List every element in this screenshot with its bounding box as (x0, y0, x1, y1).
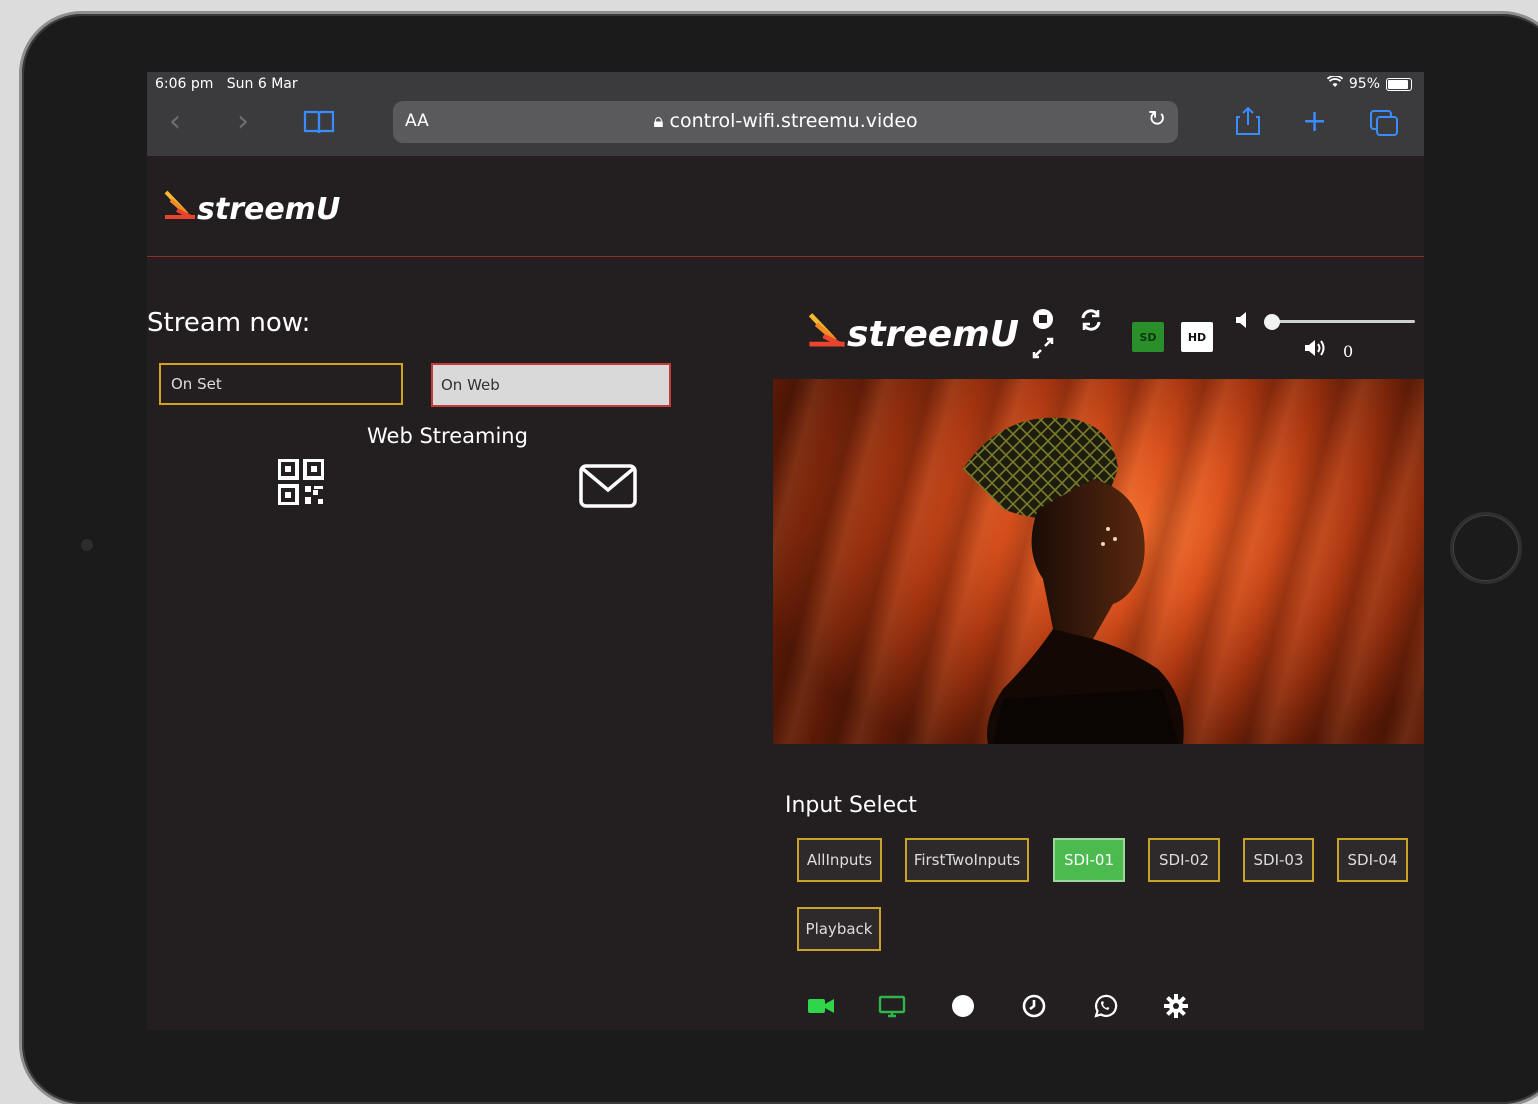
address-bar[interactable]: AA 🔒︎ control-wifi.streemu.video ↻ (393, 101, 1178, 143)
whatsapp-icon[interactable] (1091, 992, 1119, 1020)
video-subject-silhouette (963, 417, 1184, 744)
stop-icon[interactable] (1032, 308, 1054, 336)
status-bar: 6:06 pm Sun 6 Mar 95% (147, 72, 1424, 96)
input-playback-button[interactable]: Playback (797, 907, 881, 951)
url-text: 🔒︎ control-wifi.streemu.video (653, 110, 918, 132)
reload-icon[interactable]: ↻ (1148, 107, 1166, 132)
gear-icon[interactable] (1162, 992, 1190, 1020)
video-camera-icon[interactable] (807, 992, 835, 1020)
share-icon[interactable] (1235, 106, 1261, 147)
input-allinputs-button[interactable]: AllInputs (797, 838, 882, 882)
site-header: streemU (147, 156, 1424, 257)
volume-slider-track[interactable] (1271, 320, 1415, 323)
input-firsttwoinputs-button[interactable]: FirstTwoInputs (905, 838, 1029, 882)
monitor-icon[interactable] (878, 992, 906, 1020)
input-sdi-02-button[interactable]: SDI-02 (1148, 838, 1220, 882)
volume-value: 0 (1343, 342, 1354, 361)
mute-speaker-icon[interactable] (1235, 310, 1251, 335)
input-sdi-01-button[interactable]: SDI-01 (1053, 838, 1125, 882)
video-preview[interactable] (773, 379, 1424, 744)
mail-icon[interactable] (579, 464, 637, 508)
input-select-title: Input Select (785, 793, 917, 818)
home-button[interactable] (1450, 512, 1522, 584)
brand-wordmark: streemU (197, 191, 341, 227)
battery-icon (1386, 77, 1412, 91)
browser-chrome: 6:06 pm Sun 6 Mar 95% ‹ › AA 🔒︎ control-… (147, 72, 1424, 156)
player-brand-logo: streemU (807, 312, 1019, 357)
volume-up-icon[interactable] (1304, 338, 1328, 364)
bookmarks-icon[interactable] (303, 106, 335, 146)
stream-now-title: Stream now: (147, 308, 311, 338)
forward-chevron-icon[interactable]: › (237, 102, 249, 142)
front-camera (81, 539, 93, 551)
clock-icon[interactable] (1020, 992, 1048, 1020)
streemu-logo-icon (163, 190, 197, 228)
record-dot-icon[interactable] (949, 992, 977, 1020)
web-streaming-label: Web Streaming (367, 424, 528, 448)
refresh-icon[interactable] (1079, 308, 1103, 338)
fullscreen-icon[interactable] (1032, 337, 1054, 365)
status-time: 6:06 pm Sun 6 Mar (155, 76, 298, 92)
battery-percent: 95% (1348, 76, 1380, 92)
back-chevron-icon[interactable]: ‹ (169, 102, 181, 142)
brand-logo[interactable]: streemU (163, 190, 340, 228)
qr-code-icon[interactable] (277, 458, 325, 506)
volume-slider-knob[interactable] (1264, 314, 1280, 330)
player-brand-wordmark: streemU (847, 314, 1019, 355)
tablet-screen: 6:06 pm Sun 6 Mar 95% ‹ › AA 🔒︎ control-… (147, 72, 1424, 1030)
status-right: 95% (1326, 74, 1412, 92)
input-sdi-03-button[interactable]: SDI-03 (1243, 838, 1314, 882)
tabs-overview-icon[interactable] (1369, 108, 1399, 148)
on-set-button[interactable]: On Set (159, 363, 403, 405)
lock-icon: 🔒︎ (653, 110, 664, 132)
sd-quality-button[interactable]: SD (1132, 322, 1164, 352)
new-tab-plus-icon[interactable]: + (1302, 102, 1327, 142)
input-sdi-04-button[interactable]: SDI-04 (1337, 838, 1408, 882)
wifi-icon (1326, 74, 1343, 92)
player-logo-icon (807, 312, 847, 357)
hd-quality-button[interactable]: HD (1181, 322, 1213, 352)
on-web-button[interactable]: On Web (431, 363, 671, 407)
